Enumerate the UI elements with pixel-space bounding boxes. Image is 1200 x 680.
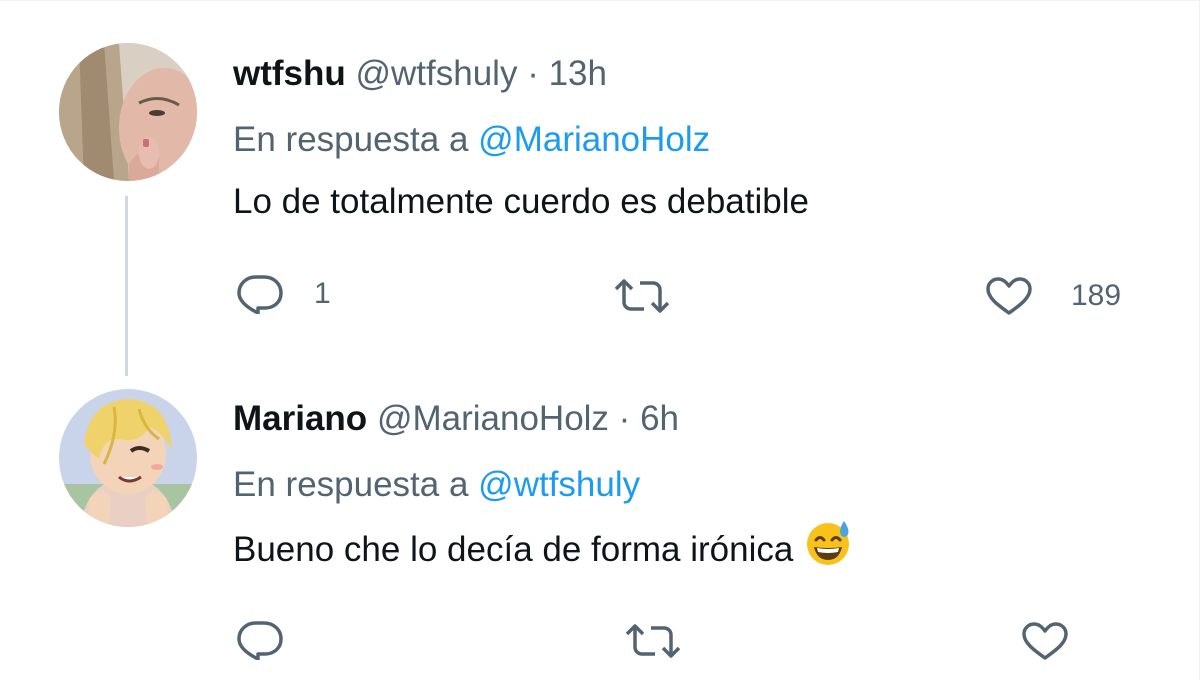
divider (0, 0, 1200, 1)
grinning-face-with-sweat-emoji (803, 517, 853, 578)
tweet-header: Mariano @MarianoHolz · 6h (233, 397, 1163, 441)
display-name[interactable]: wtfshu (233, 54, 346, 93)
reply-button[interactable] (236, 620, 314, 660)
like-button[interactable] (1021, 621, 1099, 661)
user-handle[interactable]: @wtfshuly (356, 54, 518, 93)
user-handle[interactable]: @MarianoHolz (377, 399, 609, 438)
separator-dot: · (527, 54, 539, 93)
tweet-1[interactable]: wtfshu @wtfshuly · 13h En respuesta a @M… (233, 52, 1163, 224)
reply-icon (237, 275, 283, 314)
avatar-mariano[interactable] (59, 389, 197, 527)
reply-prefix: En respuesta a (233, 465, 469, 504)
reply-context: En respuesta a @wtfshuly (233, 463, 1163, 507)
reply-count: 1 (314, 277, 331, 310)
tweet-header: wtfshu @wtfshuly · 13h (233, 52, 1163, 96)
reply-context: En respuesta a @MarianoHolz (233, 118, 1163, 162)
reply-prefix: En respuesta a (233, 120, 469, 159)
tweet-text-row: Bueno che lo decía de forma irónica (233, 521, 1163, 578)
retweet-icon (625, 624, 681, 658)
tweet-text: Bueno che lo decía de forma irónica (233, 529, 794, 569)
avatar-image (59, 389, 197, 527)
avatar-image (59, 43, 197, 181)
tweet-text: Lo de totalmente cuerdo es debatible (233, 182, 809, 221)
like-count: 189 (1071, 279, 1122, 312)
retweet-button[interactable] (613, 278, 701, 314)
heart-icon (1022, 622, 1068, 660)
tweet-thread: wtfshu @wtfshuly · 13h En respuesta a @M… (0, 0, 1200, 680)
separator-dot: · (618, 399, 631, 438)
thread-connector-line (125, 196, 128, 376)
display-name[interactable]: Mariano (233, 399, 367, 438)
timestamp[interactable]: 6h (640, 399, 679, 438)
reply-mention-link[interactable]: @wtfshuly (478, 465, 640, 504)
reply-button[interactable]: 1 (236, 274, 331, 314)
retweet-button[interactable] (624, 623, 712, 659)
avatar-wtfshu[interactable] (59, 43, 197, 181)
tweet-2[interactable]: Mariano @MarianoHolz · 6h En respuesta a… (233, 397, 1163, 578)
like-button[interactable]: 189 (985, 276, 1121, 316)
timestamp[interactable]: 13h (549, 54, 607, 93)
reply-mention-link[interactable]: @MarianoHolz (478, 120, 710, 159)
emoji-icon (807, 521, 850, 565)
retweet-icon (614, 279, 670, 313)
heart-icon (986, 277, 1032, 315)
reply-icon (237, 621, 283, 660)
